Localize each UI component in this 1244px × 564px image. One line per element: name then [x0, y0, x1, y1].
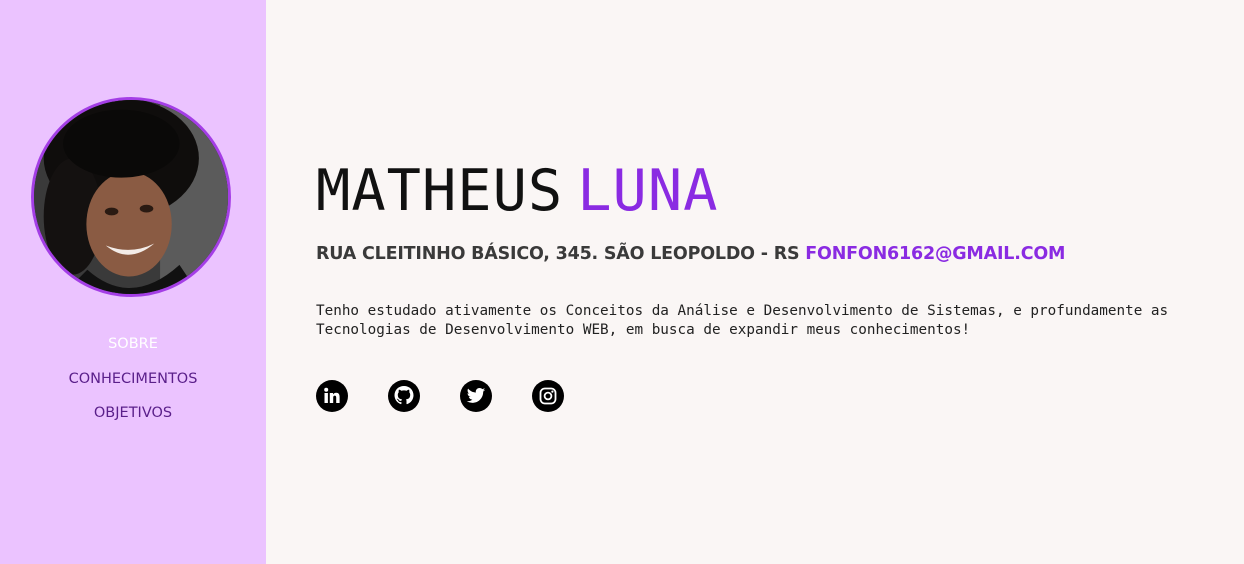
- bio-line-2: Tecnologias de Desenvolvimento WEB, em b…: [316, 322, 971, 338]
- github-link[interactable]: [388, 380, 420, 412]
- nav-link-objetivos[interactable]: OBJETIVOS: [94, 405, 172, 421]
- email-link[interactable]: FONFON6162@GMAIL.COM: [805, 244, 1065, 264]
- avatar: [31, 97, 231, 297]
- social-links: [316, 380, 564, 412]
- page-title: MATHEUS LUNA: [316, 158, 719, 224]
- page: SOBRE CONHECIMENTOS OBJETIVOS MATHEUS LUN…: [0, 0, 1244, 564]
- instagram-icon: [539, 387, 557, 405]
- first-name: MATHEUS: [316, 158, 564, 224]
- bio-line-1: Tenho estudado ativamente os Conceitos d…: [316, 303, 1169, 319]
- nav-link-conhecimentos[interactable]: CONHECIMENTOS: [69, 371, 198, 387]
- twitter-icon: [466, 388, 486, 403]
- instagram-link[interactable]: [532, 380, 564, 412]
- main-content: MATHEUS LUNA RUA CLEITINHO BÁSICO, 345. S…: [316, 0, 1244, 564]
- address: RUA CLEITINHO BÁSICO, 345. SÃO LEOPOLDO …: [316, 244, 800, 264]
- sidebar-nav: SOBRE CONHECIMENTOS OBJETIVOS: [0, 333, 266, 437]
- sidebar: SOBRE CONHECIMENTOS OBJETIVOS: [0, 0, 266, 564]
- nav-item-sobre: SOBRE: [0, 333, 266, 368]
- github-icon: [394, 386, 414, 405]
- bio-text: Tenho estudado ativamente os Conceitos d…: [316, 302, 1244, 340]
- linkedin-link[interactable]: [316, 380, 348, 412]
- nav-item-objetivos: OBJETIVOS: [0, 402, 266, 437]
- nav-link-sobre[interactable]: SOBRE: [108, 336, 158, 352]
- twitter-link[interactable]: [460, 380, 492, 412]
- contact-line: RUA CLEITINHO BÁSICO, 345. SÃO LEOPOLDO …: [316, 244, 1065, 264]
- nav-item-conhecimentos: CONHECIMENTOS: [0, 368, 266, 403]
- last-name: LUNA: [577, 158, 719, 224]
- profile-photo: [34, 100, 228, 294]
- linkedin-icon: [324, 387, 340, 403]
